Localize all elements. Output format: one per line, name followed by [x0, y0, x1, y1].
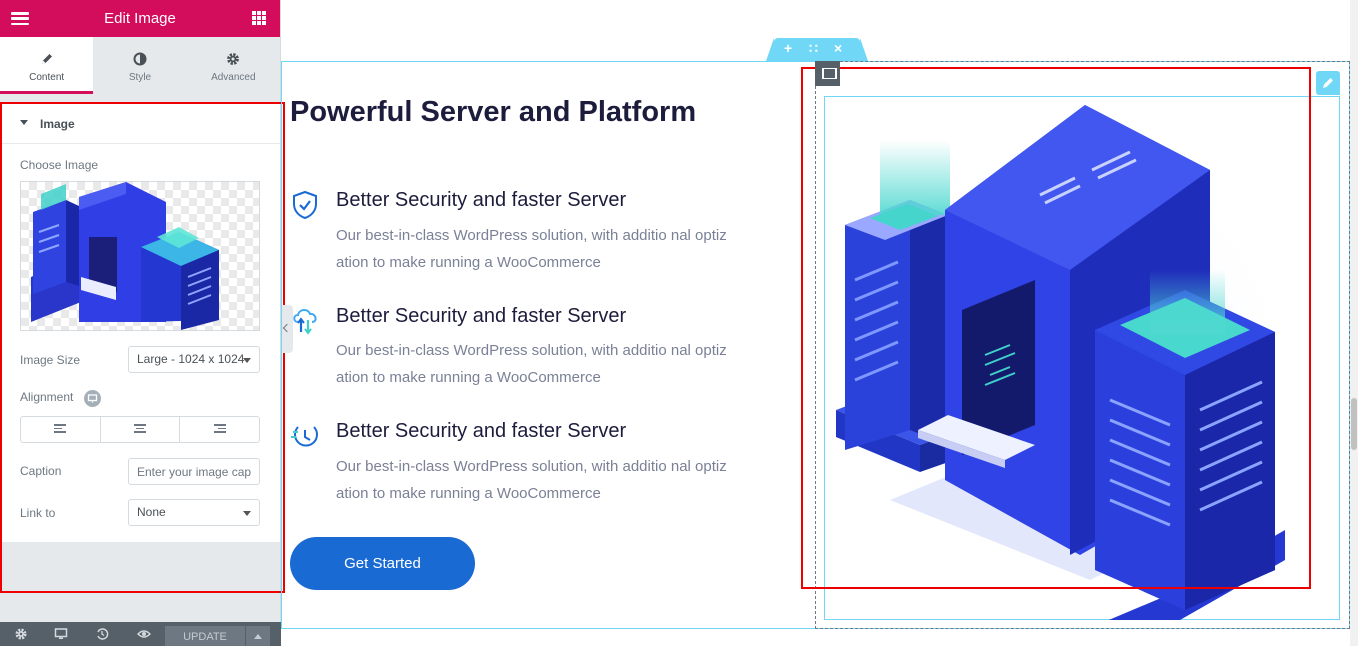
feature-description: Our best-in-class WordPress solution, wi… — [336, 222, 786, 276]
choose-image-label: Choose Image — [20, 158, 99, 172]
save-options-button[interactable] — [246, 626, 270, 646]
feature-desc-line: Our best-in-class WordPress solution, wi… — [336, 458, 727, 475]
align-right-button[interactable] — [180, 417, 259, 442]
tab-advanced-label: Advanced — [211, 72, 256, 83]
pencil-icon — [41, 54, 52, 64]
alignment-label: Alignment — [20, 390, 74, 404]
section-toolbar: + ∷ × — [766, 38, 868, 61]
link-to-value: None — [137, 505, 166, 519]
image-size-select[interactable]: Large - 1024 x 1024 — [128, 346, 260, 373]
update-button[interactable]: UPDATE — [165, 626, 245, 646]
chevron-down-icon — [243, 358, 251, 363]
pencil-icon — [1323, 78, 1333, 88]
feature-desc-line: ation to make running a WooCommerce — [336, 485, 601, 502]
section-title: Image — [40, 117, 75, 131]
panel-title: Edit Image — [104, 10, 176, 27]
server-illustration-image — [836, 105, 1300, 620]
image-section: Image Choose Image Image Size Large - 10… — [0, 102, 280, 542]
feature-desc-line: ation to make running a WooCommerce — [336, 254, 601, 271]
feature-desc-line: Our best-in-class WordPress solution, wi… — [336, 227, 727, 244]
tab-content-label: Content — [29, 72, 65, 83]
feature-desc-line: ation to make running a WooCommerce — [336, 369, 601, 386]
image-size-value: Large - 1024 x 1024 — [137, 352, 245, 366]
monitor-icon — [87, 394, 98, 403]
clock-speed-icon — [291, 426, 318, 447]
link-to-select[interactable]: None — [128, 499, 260, 526]
delete-section-button[interactable]: × — [834, 40, 842, 56]
settings-gear-icon[interactable] — [14, 627, 28, 641]
half-circle-icon — [133, 52, 147, 66]
add-section-button[interactable]: + — [784, 40, 792, 56]
tab-style-label: Style — [128, 72, 152, 83]
align-left-button[interactable] — [21, 417, 101, 442]
panel-footer: UPDATE — [0, 622, 281, 646]
eye-preview-icon[interactable] — [137, 627, 151, 641]
page-heading: Powerful Server and Platform — [290, 96, 697, 128]
feature-title: Better Security and faster Server — [336, 189, 627, 211]
align-center-button[interactable] — [101, 417, 181, 442]
responsive-desktop-icon[interactable] — [84, 390, 101, 407]
align-left-icon — [54, 424, 67, 435]
server-thumbnail-image — [31, 182, 219, 330]
link-to-label: Link to — [20, 506, 56, 520]
chevron-down-icon — [243, 511, 251, 516]
feature-description: Our best-in-class WordPress solution, wi… — [336, 337, 786, 391]
feature-description: Our best-in-class WordPress solution, wi… — [336, 453, 786, 507]
gear-icon — [227, 53, 240, 65]
section-header-image[interactable]: Image — [0, 102, 280, 144]
widgets-grid-icon[interactable] — [252, 11, 266, 25]
tab-style[interactable]: Style — [93, 37, 186, 94]
caret-down-icon — [20, 120, 28, 125]
feature-desc-line: Our best-in-class WordPress solution, wi… — [336, 342, 727, 359]
edit-widget-button[interactable] — [1316, 71, 1340, 95]
panel-header: Edit Image — [0, 0, 280, 37]
tab-advanced[interactable]: Advanced — [187, 37, 280, 94]
cloud-transfer-icon — [293, 309, 317, 335]
caption-label: Caption — [20, 464, 62, 478]
align-center-icon — [134, 424, 146, 435]
elementor-panel: Edit Image Content Style Advanced Image — [0, 0, 281, 646]
scrollbar-thumb[interactable] — [1351, 398, 1357, 450]
page-scrollbar[interactable] — [1350, 0, 1358, 646]
image-size-label: Image Size — [20, 353, 81, 367]
caption-input[interactable] — [128, 458, 260, 485]
shield-check-icon — [293, 190, 317, 220]
drag-section-handle[interactable]: ∷ — [809, 40, 818, 57]
responsive-mode-icon[interactable] — [54, 627, 68, 641]
tab-content[interactable]: Content — [0, 37, 94, 94]
feature-title: Better Security and faster Server — [336, 420, 627, 442]
feature-title: Better Security and faster Server — [336, 305, 627, 327]
get-started-button[interactable]: Get Started — [290, 537, 475, 590]
align-right-icon — [213, 424, 226, 435]
history-icon[interactable] — [95, 627, 109, 641]
column-edit-handle[interactable] — [815, 61, 840, 86]
alignment-control — [20, 416, 260, 443]
panel-tabs: Content Style Advanced — [0, 37, 280, 94]
image-chooser[interactable] — [20, 181, 260, 331]
